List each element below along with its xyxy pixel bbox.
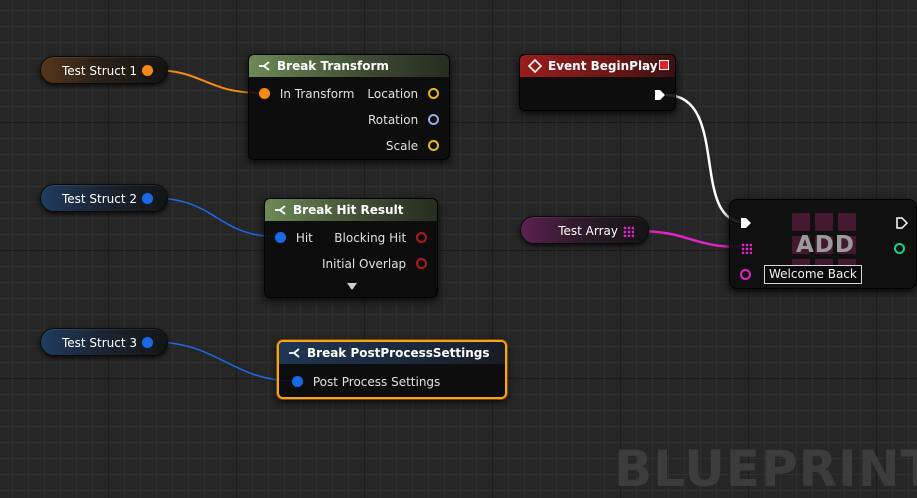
location-pin-row[interactable]: Location (367, 87, 439, 101)
node-title: Event BeginPlay (548, 59, 658, 73)
struct-input-pin[interactable] (292, 376, 303, 387)
struct-input-pin[interactable] (275, 232, 286, 243)
index-output-pin[interactable] (894, 243, 905, 254)
pin-label: Blocking Hit (334, 231, 407, 245)
exec-output-pin[interactable] (896, 217, 908, 229)
exec-output-pin[interactable] (654, 89, 666, 101)
wire-test-array-to-add (635, 229, 743, 249)
event-beginplay-node[interactable]: Event BeginPlay (519, 54, 676, 111)
node-header: Break Transform (249, 55, 449, 77)
var-label: Test Struct 1 (61, 64, 137, 78)
post-process-settings-pin-row[interactable]: Post Process Settings (292, 375, 440, 389)
break-struct-icon (289, 348, 300, 358)
array-input-pin[interactable] (741, 243, 752, 254)
struct-input-pin[interactable] (259, 88, 270, 99)
pin-label: Location (367, 87, 419, 101)
item-value-field[interactable]: Welcome Back (764, 265, 862, 284)
pin-label: Scale (385, 139, 419, 153)
array-add-node[interactable]: ADD Welcome Back (729, 199, 917, 289)
output-pin[interactable] (142, 65, 153, 76)
pin-label: Post Process Settings (312, 375, 441, 389)
wire-struct1-to-in-transform (151, 69, 263, 94)
wire-struct2-to-hit (151, 197, 282, 238)
var-label: Test Struct 2 (61, 192, 137, 206)
output-pin[interactable] (142, 193, 153, 204)
var-test-struct-2[interactable]: Test Struct 2 (40, 184, 168, 212)
pin-label: Hit (295, 231, 313, 245)
break-postprocess-node[interactable]: Break PostProcessSettings Post Process S… (277, 340, 507, 399)
node-header: Event BeginPlay (520, 55, 675, 77)
array-output-pin[interactable] (623, 226, 634, 237)
exec-input-pin[interactable] (740, 217, 752, 229)
pin-label: Initial Overlap (321, 257, 407, 271)
blueprint-watermark: BLUEPRINT (614, 440, 917, 498)
hit-pin-row[interactable]: Hit (275, 231, 313, 245)
break-struct-icon (275, 205, 286, 215)
initial-overlap-pin-row[interactable]: Initial Overlap (322, 257, 427, 271)
vector-output-pin[interactable] (428, 88, 439, 99)
in-transform-pin-row[interactable]: In Transform (259, 87, 354, 101)
break-transform-node[interactable]: Break Transform In Transform Location Ro… (248, 54, 450, 160)
scale-pin-row[interactable]: Scale (386, 139, 439, 153)
var-test-struct-3[interactable]: Test Struct 3 (40, 328, 168, 356)
node-header: Break PostProcessSettings (279, 342, 505, 364)
node-title: ADD (796, 232, 855, 258)
node-title: Break Transform (277, 59, 389, 73)
pin-label: Rotation (367, 113, 419, 127)
var-test-array[interactable]: Test Array (520, 216, 649, 244)
output-pin[interactable] (142, 337, 153, 348)
var-label: Test Struct 3 (61, 336, 137, 350)
delegate-icon[interactable] (659, 60, 669, 70)
blocking-hit-pin-row[interactable]: Blocking Hit (334, 231, 427, 245)
var-label: Test Array (558, 224, 618, 238)
var-test-struct-1[interactable]: Test Struct 1 (40, 56, 168, 84)
item-input-pin[interactable] (740, 269, 751, 280)
rotation-pin-row[interactable]: Rotation (368, 113, 439, 127)
node-header: Break Hit Result (265, 199, 437, 221)
event-icon (528, 59, 542, 73)
wire-struct3-to-post-process (151, 341, 297, 382)
break-struct-icon (259, 61, 270, 71)
vector-output-pin[interactable] (428, 140, 439, 151)
rotator-output-pin[interactable] (428, 114, 439, 125)
node-title: Break Hit Result (293, 203, 404, 217)
node-title: Break PostProcessSettings (307, 346, 490, 360)
break-hit-result-node[interactable]: Break Hit Result Hit Blocking Hit Initia… (264, 198, 438, 298)
collapse-arrow-icon[interactable] (347, 283, 357, 290)
bool-output-pin[interactable] (416, 232, 427, 243)
bool-output-pin[interactable] (416, 258, 427, 269)
pin-label: In Transform (279, 87, 355, 101)
